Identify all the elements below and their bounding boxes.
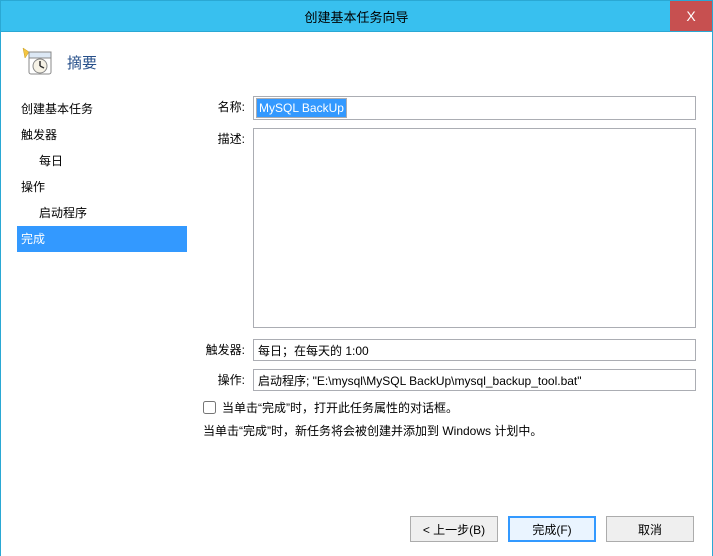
trigger-field[interactable] <box>253 339 696 361</box>
name-field[interactable]: MySQL BackUp <box>253 96 696 120</box>
close-icon: X <box>686 8 695 24</box>
window-title: 创建基本任务向导 <box>304 7 408 26</box>
page-title: 摘要 <box>67 52 97 73</box>
cancel-button[interactable]: 取消 <box>606 516 694 542</box>
wizard-clock-icon <box>21 46 53 78</box>
button-bar: < 上一步(B) 完成(F) 取消 <box>410 516 694 542</box>
title-bar: 创建基本任务向导 X <box>0 0 713 32</box>
sidebar-item-trigger[interactable]: 触发器 <box>17 122 187 148</box>
sidebar-item-create-task[interactable]: 创建基本任务 <box>17 96 187 122</box>
window-body: 摘要 创建基本任务 触发器 每日 操作 启动程序 完成 名称: MySQL Ba… <box>0 32 713 556</box>
trigger-label: 触发器: <box>195 339 253 361</box>
name-value: MySQL BackUp <box>256 98 347 118</box>
description-label: 描述: <box>195 128 253 331</box>
back-button[interactable]: < 上一步(B) <box>410 516 498 542</box>
wizard-steps-sidebar: 创建基本任务 触发器 每日 操作 启动程序 完成 <box>17 88 187 445</box>
sidebar-item-action[interactable]: 操作 <box>17 174 187 200</box>
sidebar-item-finish[interactable]: 完成 <box>17 226 187 252</box>
close-button[interactable]: X <box>670 1 712 31</box>
description-field[interactable] <box>253 128 696 328</box>
open-properties-label: 当单击“完成”时，打开此任务属性的对话框。 <box>222 399 458 416</box>
name-label: 名称: <box>195 96 253 120</box>
finish-button[interactable]: 完成(F) <box>508 516 596 542</box>
summary-form: 名称: MySQL BackUp 描述: 触发器: <box>187 88 696 445</box>
info-text: 当单击“完成”时，新任务将会被创建并添加到 Windows 计划中。 <box>203 422 696 439</box>
sidebar-item-start-program[interactable]: 启动程序 <box>17 200 187 226</box>
action-field[interactable] <box>253 369 696 391</box>
action-label: 操作: <box>195 369 253 391</box>
header: 摘要 <box>1 32 712 88</box>
open-properties-checkbox[interactable] <box>203 401 216 414</box>
sidebar-item-daily[interactable]: 每日 <box>17 148 187 174</box>
